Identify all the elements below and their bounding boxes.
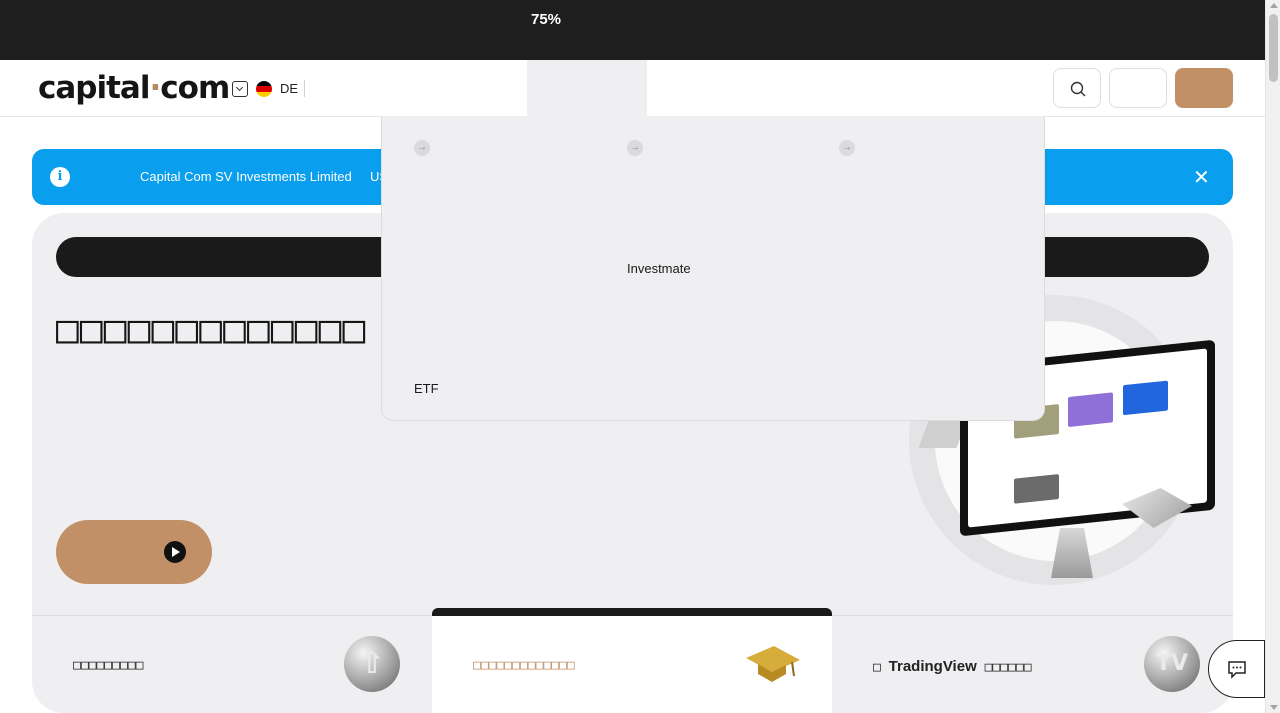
chat-button[interactable] <box>1208 640 1265 698</box>
search-icon <box>1070 81 1086 97</box>
capital-com-logo[interactable]: capital·com <box>38 70 230 106</box>
promo-percent: 75% <box>531 11 562 28</box>
tab-label: □□□□□□□□□□□□□ <box>473 658 575 673</box>
nav-dropdown-menu: → → → Investmate ETF <box>381 116 1045 421</box>
login-button[interactable] <box>1109 68 1167 108</box>
watch-video-button[interactable] <box>56 520 212 584</box>
arrow-right-icon[interactable]: → <box>414 140 430 156</box>
tab-trading[interactable]: □□□□□□□□□ ⇧ <box>32 616 432 713</box>
article-thumbnail <box>1123 380 1168 416</box>
scroll-up-icon[interactable] <box>1270 3 1278 8</box>
hero-tabs: □□□□□□□□□ ⇧ □□□□□□□□□□□□□ □ TradingView … <box>32 608 1233 713</box>
site-header: capital·com DE <box>0 60 1265 117</box>
nav-item-active[interactable] <box>527 60 647 117</box>
hero-title: □□□□□□□□□□□□□ <box>56 307 367 351</box>
close-icon[interactable]: ✕ <box>1193 165 1210 190</box>
language-selector[interactable]: DE <box>280 81 298 96</box>
article-thumbnail <box>1014 473 1059 504</box>
tab-tradingview[interactable]: □ TradingView □□□□□□ TV <box>832 616 1232 713</box>
tab-label: □ TradingView □□□□□□ <box>873 658 1032 675</box>
play-icon <box>164 541 186 563</box>
search-button[interactable] <box>1053 68 1101 108</box>
scrollbar[interactable] <box>1265 0 1280 713</box>
graduation-cap-icon <box>746 646 800 682</box>
banner-company: Capital Com SV Investments Limited <box>140 169 352 184</box>
arrow-right-icon[interactable]: → <box>627 140 643 156</box>
tab-label: □□□□□□□□□ <box>73 658 144 673</box>
dropdown-link-etf[interactable]: ETF <box>414 381 439 396</box>
scroll-down-icon[interactable] <box>1270 705 1278 710</box>
dropdown-link-investmate[interactable]: Investmate <box>627 261 691 276</box>
chevron-down-icon[interactable] <box>232 81 248 97</box>
info-icon: i <box>50 167 70 187</box>
signup-button[interactable] <box>1175 68 1233 108</box>
arrow-right-icon[interactable]: → <box>839 140 855 156</box>
tab-education[interactable]: □□□□□□□□□□□□□ <box>432 608 832 713</box>
article-thumbnail <box>1068 392 1113 428</box>
arrow-up-coin-icon: ⇧ <box>344 636 400 692</box>
tradingview-coin-icon: TV <box>1144 636 1200 692</box>
scrollbar-thumb[interactable] <box>1269 14 1278 82</box>
chat-icon <box>1228 661 1246 679</box>
promo-bar[interactable]: 75% <box>0 0 1265 60</box>
active-tab-indicator <box>432 608 832 616</box>
german-flag-icon[interactable] <box>256 81 272 97</box>
divider <box>304 80 305 97</box>
